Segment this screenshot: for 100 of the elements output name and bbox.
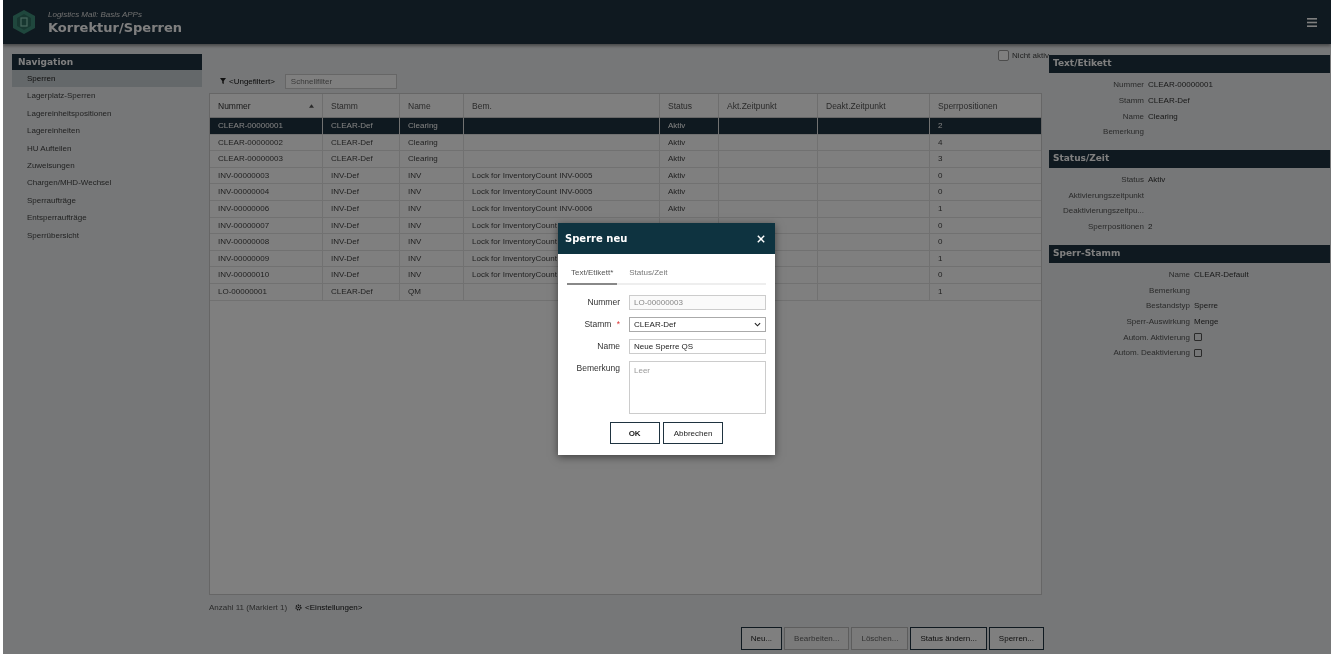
table-cell: Lock for InventoryCount (472, 237, 557, 247)
field-label: Autom. Deaktivierung (1112, 348, 1190, 358)
dialog-tab[interactable]: Text/Etikett* (567, 266, 618, 285)
table-row[interactable]: INV-00000003 INV-Def INV Lock for InventoryCount INV-0005 Aktiv 0 (210, 167, 1041, 185)
column-header[interactable]: Sperrpositionen (930, 94, 1041, 117)
table-cell: CLEAR-Def (331, 121, 373, 130)
nav-item[interactable]: Lagerplatz-Sperren (12, 87, 202, 105)
action-button[interactable]: Neu... (740, 627, 783, 650)
table-cell: INV-Def (331, 203, 359, 213)
column-header[interactable]: Bem. (464, 94, 660, 117)
nav-item[interactable]: Sperraufträge (12, 191, 202, 210)
table-cell: INV-00000009 (218, 253, 270, 263)
chevron-down-icon (754, 322, 761, 327)
table-cell: Lock for InventoryCount (472, 253, 557, 263)
nav-item[interactable]: Sperrübersicht (12, 226, 202, 244)
table-cell: CLEAR-00000001 (218, 121, 283, 130)
column-header[interactable]: Nummer (210, 94, 323, 117)
app-subtitle: Logistics Mall: Basis APPs (48, 9, 143, 19)
table-cell: 3 (938, 154, 943, 164)
table-row[interactable]: CLEAR-00000002 CLEAR-Def Clearing Aktiv 4 (210, 134, 1041, 152)
field-value: CLEAR-00000001 (1148, 80, 1214, 90)
column-header[interactable]: Stamm (323, 94, 400, 117)
table-cell: 0 (938, 220, 943, 230)
input-field[interactable]: Neue Sperre QS (629, 339, 766, 354)
nav-item[interactable]: HU Aufteilen (12, 139, 202, 157)
field-label: Bemerkung (1148, 285, 1190, 295)
table-cell: Clearing (408, 154, 438, 164)
field-value: CLEAR-Default (1194, 269, 1250, 279)
action-button[interactable]: Sperren... (988, 627, 1044, 650)
table-row[interactable]: INV-00000006 INV-Def INV Lock for InventoryCount INV-0006 Aktiv 1 (210, 200, 1041, 218)
table-cell: INV-Def (331, 237, 359, 247)
menu-icon[interactable] (1307, 17, 1317, 27)
stamm-select[interactable]: CLEAR-Def (629, 317, 766, 332)
remark-field[interactable]: Leer (629, 361, 766, 414)
table-cell: INV-00000007 (218, 220, 270, 230)
nav-item[interactable]: Chargen/MHD-Wechsel (12, 174, 202, 192)
settings-link[interactable]: <Einstellungen> (295, 602, 363, 612)
table-cell: INV (408, 270, 422, 280)
section-header: Status/Zeit (1049, 149, 1330, 168)
filter-link[interactable]: <Ungefiltert> (209, 76, 275, 86)
table-cell: Lock for InventoryCount INV-0006 (472, 203, 593, 213)
field-label: Bestandstyp (1144, 301, 1190, 311)
field-label: Aktivierungszeitpunkt (1067, 190, 1144, 200)
field-label: Deaktivierungszeitpu... (1062, 206, 1144, 216)
action-button[interactable]: Status ändern... (910, 627, 987, 650)
table-cell: INV (408, 170, 422, 180)
table-cell: INV-Def (331, 187, 359, 197)
table-row[interactable]: CLEAR-00000003 CLEAR-Def Clearing Aktiv 3 (210, 151, 1041, 168)
table-cell: INV-Def (331, 270, 359, 280)
column-header[interactable]: Name (400, 94, 464, 117)
table-cell: Clearing (408, 121, 438, 130)
filter-icon (220, 78, 226, 84)
dialog-title: Sperre neu (565, 233, 628, 244)
field-value: Menge (1194, 316, 1220, 326)
table-cell: CLEAR-00000003 (218, 154, 283, 164)
page-title: Korrektur/Sperren (48, 19, 183, 35)
table-cell: LO-00000001 (218, 286, 267, 296)
form-label: Bemerkung (576, 363, 620, 373)
quick-filter-field[interactable]: Schnellfilter (284, 73, 397, 89)
column-header[interactable]: Akt.Zeitpunkt (719, 94, 818, 117)
nav-item[interactable]: Entsperraufträge (12, 209, 202, 227)
gear-icon (295, 603, 303, 611)
form-label: Name (597, 341, 620, 351)
nav-item[interactable]: Lagereinheiten (12, 122, 202, 140)
form-label: Stamm (584, 319, 612, 329)
table-cell: INV-00000003 (218, 170, 270, 180)
table-cell: INV-Def (331, 220, 359, 230)
nav-item[interactable]: Lagereinheitspositionen (12, 104, 202, 123)
field-value: CLEAR-Def (1148, 96, 1191, 106)
table-row[interactable]: INV-00000004 INV-Def INV Lock for InventoryCount INV-0005 Aktiv 0 (210, 184, 1041, 201)
table-cell: INV (408, 237, 422, 247)
navigation-header: Navigation (12, 54, 202, 70)
dialog-button[interactable]: Abbrechen (662, 422, 724, 444)
nav-item[interactable]: Sperren (12, 70, 202, 88)
column-header[interactable]: Deakt.Zeitpunkt (818, 94, 930, 117)
table-cell: INV-Def (331, 170, 359, 180)
table-cell: INV-00000010 (218, 270, 270, 280)
table-cell: 0 (938, 187, 943, 197)
column-header[interactable]: Status (660, 94, 719, 117)
nav-item[interactable]: Zuweisungen (12, 156, 202, 175)
table-row[interactable]: CLEAR-00000001 CLEAR-Def Clearing Aktiv 2 (210, 118, 1041, 135)
close-icon[interactable] (757, 234, 765, 243)
section-header: Sperr-Stamm (1049, 244, 1330, 263)
field-label: Stamm (1117, 96, 1144, 106)
table-cell: 0 (938, 170, 943, 180)
table-cell: CLEAR-00000002 (218, 137, 283, 147)
table-cell: 0 (938, 237, 943, 247)
field-label: Autom. Aktivierung (1122, 332, 1190, 342)
table-cell: Aktiv (668, 203, 686, 213)
table-cell: CLEAR-Def (331, 154, 373, 164)
field-value: Clearing (1148, 111, 1179, 121)
dialog-tab[interactable]: Status/Zeit (625, 266, 672, 283)
table-cell: INV (408, 203, 422, 213)
dialog-button[interactable]: OK (609, 422, 660, 444)
sort-ascending-icon (309, 103, 314, 108)
table-cell: 2 (938, 121, 943, 130)
field-label: Bemerkung (1102, 127, 1144, 137)
section-header: Text/Etikett (1049, 55, 1330, 73)
table-cell: Lock for InventoryCount (472, 270, 557, 280)
field-label: Status (1120, 175, 1144, 185)
